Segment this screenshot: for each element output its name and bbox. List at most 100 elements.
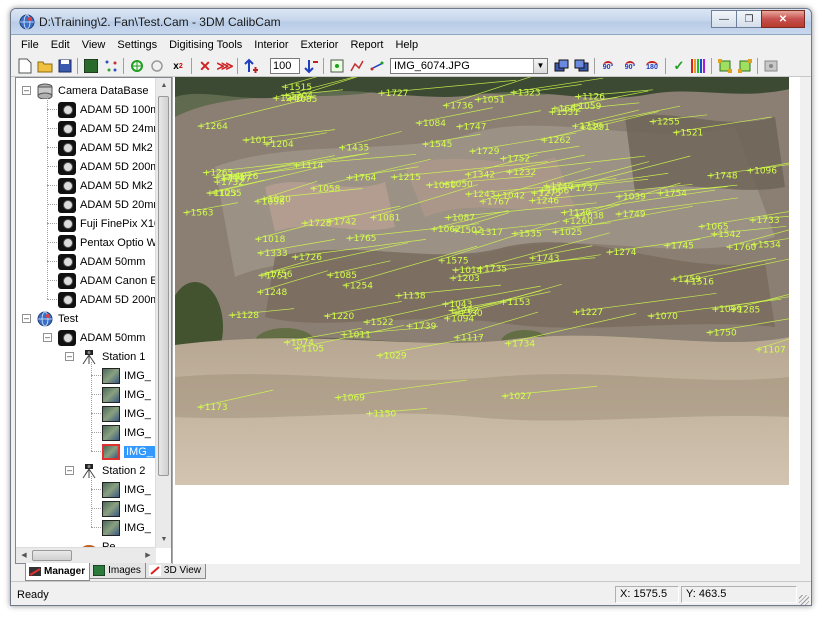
tie-point-label[interactable]: +1013 [242, 136, 272, 146]
tree-image[interactable]: IMG_ [102, 404, 151, 423]
tie-point-label[interactable]: +1128 [229, 311, 260, 321]
rotate-left-90-icon[interactable]: 90° [599, 58, 617, 74]
collapse-project[interactable]: – [22, 314, 31, 323]
prev-image-icon[interactable] [554, 58, 570, 74]
tie-point-label[interactable]: +1069 [334, 394, 365, 404]
close-button[interactable]: ✕ [761, 10, 805, 28]
tree-camera-item[interactable]: ADAM 50mm [58, 252, 145, 271]
tie-point-label[interactable]: +1748 [707, 172, 738, 182]
tree-project-camera[interactable]: ADAM 50mm [58, 328, 145, 347]
tie-point-label[interactable]: +1767 [479, 197, 509, 207]
tie-point-label[interactable]: +1026 [228, 172, 259, 182]
tie-point-label[interactable]: +1081 [370, 214, 400, 224]
tie-point-label[interactable]: +1087 [444, 214, 474, 224]
tree-camera-item[interactable]: ADAM 5D Mk2 [58, 176, 153, 195]
mark-point-icon[interactable] [329, 58, 345, 74]
open-folder-icon[interactable] [37, 58, 53, 74]
tree-project[interactable]: Test [36, 309, 78, 328]
check-icon[interactable]: ✓ [671, 58, 687, 74]
tie-point-label[interactable]: +1050 [426, 181, 457, 191]
x-squared-icon[interactable]: x2 [169, 58, 187, 74]
tree-camera-item[interactable]: ADAM 5D 20mm [58, 195, 163, 214]
tie-point-label[interactable]: +1435 [339, 144, 369, 154]
network-icon[interactable] [763, 58, 779, 74]
zoom-input[interactable]: 100 [270, 58, 300, 74]
tie-point-label[interactable]: +1734 [505, 339, 536, 349]
collapse-camera-database[interactable]: – [22, 86, 31, 95]
tie-point-label[interactable]: +1070 [647, 312, 678, 322]
tree-camera-item[interactable]: ADAM 5D 200mm [58, 157, 169, 176]
tie-point-label[interactable]: +1029 [376, 351, 407, 361]
collapse-station[interactable]: – [65, 466, 74, 475]
tie-point-label[interactable]: +1123 [206, 189, 236, 199]
tie-point-label[interactable]: +1126 [575, 92, 606, 102]
tree-camera-item[interactable]: ADAM Canon E [58, 271, 158, 290]
tie-point-label[interactable]: +1138 [395, 292, 426, 302]
tree-image[interactable]: IMG_ [102, 385, 151, 404]
tie-point-label[interactable]: +1107 [755, 346, 785, 356]
tie-point-label[interactable]: +1740 [543, 182, 574, 192]
tree-image[interactable]: IMG_ [102, 480, 151, 499]
menu-help[interactable]: Help [389, 39, 424, 51]
tree-camera-item[interactable]: ADAM 5D Mk2 [58, 138, 153, 157]
auto-match-icon[interactable] [349, 58, 365, 74]
collapse-station[interactable]: – [65, 352, 74, 361]
tab-3d-view[interactable]: 3D View [144, 563, 206, 579]
tie-point-label[interactable]: +1264 [197, 122, 228, 132]
fit-window-icon[interactable] [737, 58, 753, 74]
menu-digitising-tools[interactable]: Digitising Tools [163, 39, 248, 51]
tie-point-label[interactable]: +1756 [262, 270, 293, 280]
tie-point-label[interactable]: +1333 [257, 249, 287, 259]
tree-image[interactable]: IMG_ [102, 499, 151, 518]
tie-point-label[interactable]: +1730 [572, 122, 603, 132]
tie-point-label[interactable]: +1749 [615, 210, 646, 220]
zoom-in-icon[interactable] [243, 58, 259, 74]
tie-point-label[interactable]: +1733 [749, 216, 779, 226]
scroll-right-icon[interactable]: ▶ [141, 549, 155, 563]
tie-point-label[interactable]: +1323 [510, 88, 540, 98]
tie-point-label[interactable]: +1274 [606, 248, 637, 258]
tie-point-label[interactable]: +1262 [540, 136, 570, 146]
tie-point-label[interactable]: +1246 [529, 197, 560, 207]
tree-camera-item[interactable]: ADAM 5D 200mm [58, 290, 169, 309]
scroll-up-icon[interactable]: ▲ [157, 79, 171, 93]
tie-point-label[interactable]: +1754 [657, 189, 688, 199]
tie-point-label[interactable]: +1764 [346, 174, 377, 184]
delete-all-icon[interactable]: ⋙ [216, 58, 233, 74]
scroll-down-icon[interactable]: ▼ [157, 533, 171, 547]
tree-camera-item[interactable]: ADAM 5D 24mm [58, 119, 163, 138]
tie-point-label[interactable]: +1516 [684, 277, 715, 287]
scroll-thumb[interactable] [32, 550, 72, 561]
tree-camera-item[interactable]: Pentax Optio W [58, 233, 157, 252]
tab-manager[interactable]: Manager [25, 563, 91, 581]
tie-point-label[interactable]: +1736 [443, 102, 474, 112]
target-icon[interactable] [149, 58, 165, 74]
tie-point-label[interactable]: +1220 [324, 312, 355, 322]
tie-point-label[interactable]: +1535 [511, 229, 541, 239]
tie-point-label[interactable]: +1739 [406, 322, 437, 332]
tie-point-label[interactable]: +1515 [282, 83, 312, 93]
tie-point-label[interactable]: +1534 [750, 240, 781, 250]
save-icon[interactable] [57, 58, 73, 74]
add-point-icon[interactable] [129, 58, 145, 74]
tie-point-label[interactable]: +1018 [255, 235, 286, 245]
image-thumb-icon[interactable] [83, 58, 99, 74]
tie-point-label[interactable]: +1342 [465, 170, 495, 180]
tie-point-label[interactable]: +1743 [529, 254, 559, 264]
tie-point-label[interactable]: +1114 [293, 161, 324, 171]
tie-point-label[interactable]: +1014 [452, 266, 483, 276]
tie-point-label[interactable]: +1752 [500, 155, 530, 165]
tie-point-label[interactable]: +1094 [444, 314, 475, 324]
tie-point-label[interactable]: +1150 [366, 410, 397, 420]
tree-camera-database[interactable]: Camera DataBase [36, 81, 149, 100]
fit-view-icon[interactable] [717, 58, 733, 74]
tree-image[interactable]: IMG_ [102, 442, 155, 461]
image-select-dropdown[interactable]: IMG_6074.JPG ▼ [390, 58, 548, 74]
link-points-icon[interactable] [369, 58, 385, 74]
points-grid-icon[interactable] [103, 58, 119, 74]
tie-point-label[interactable]: +1563 [183, 209, 213, 219]
resize-grip-icon[interactable] [799, 595, 809, 605]
tie-point-label[interactable]: +1522 [363, 318, 393, 328]
tie-point-label[interactable]: +1096 [747, 166, 778, 176]
tree-image[interactable]: IMG_ [102, 518, 151, 537]
